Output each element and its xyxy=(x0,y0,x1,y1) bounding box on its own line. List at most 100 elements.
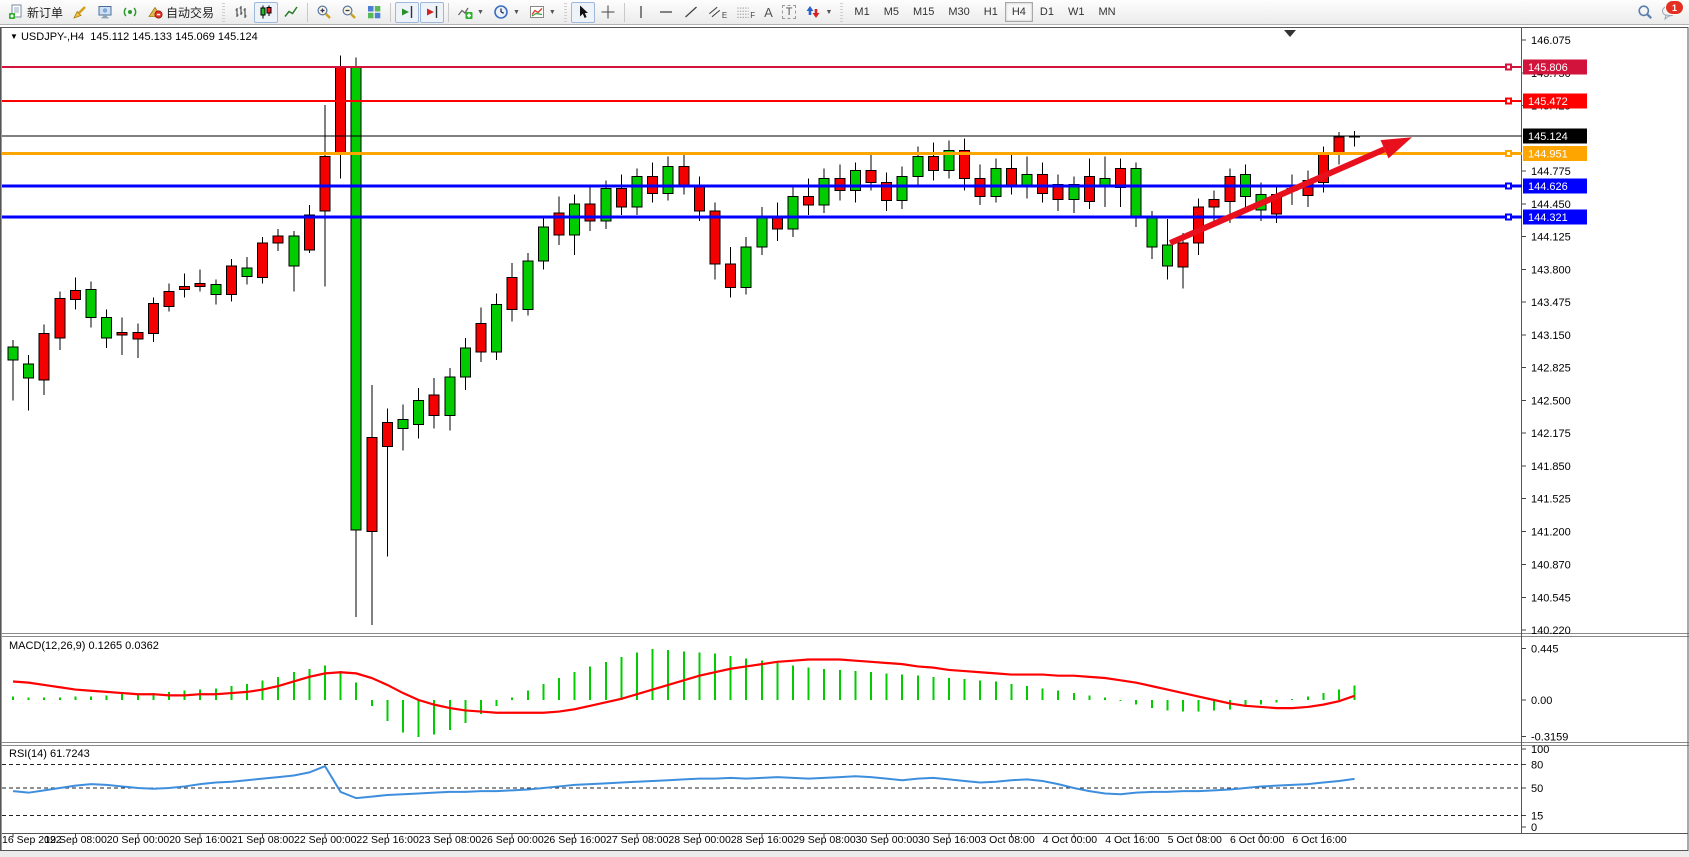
svg-text:145.806: 145.806 xyxy=(1528,62,1568,74)
chart-symbol-period: USDJPY-,H4 xyxy=(21,31,84,43)
x-axis-label: 30 Sep 16:00 xyxy=(918,834,980,846)
trendline-tool-button[interactable] xyxy=(679,2,703,23)
timeframe-M5[interactable]: M5 xyxy=(877,2,906,22)
x-axis-label: 4 Oct 16:00 xyxy=(1105,834,1159,846)
candlestick-chart-button[interactable] xyxy=(254,2,278,23)
text-tool-icon: A xyxy=(764,5,773,20)
timeframe-M15[interactable]: M15 xyxy=(906,2,941,22)
x-axis-label: 3 Oct 08:00 xyxy=(980,834,1034,846)
text-tool-button[interactable]: A xyxy=(760,2,777,23)
timeframe-M1[interactable]: M1 xyxy=(847,2,876,22)
x-axis-label: 26 Sep 16:00 xyxy=(544,834,606,846)
toolbar-separator xyxy=(448,3,449,22)
timeframe-MN[interactable]: MN xyxy=(1091,2,1122,22)
channel-e-label: E xyxy=(722,11,727,20)
chart-ohlc-values: 145.112 145.133 145.069 145.124 xyxy=(90,31,257,43)
line-chart-button[interactable] xyxy=(279,2,303,23)
x-axis-label: 27 Sep 08:00 xyxy=(606,834,668,846)
fibonacci-tool-button[interactable]: F xyxy=(732,2,759,23)
svg-text:142.825: 142.825 xyxy=(1531,363,1571,375)
x-axis-label: 30 Sep 00:00 xyxy=(856,834,918,846)
chart-shift-button[interactable] xyxy=(420,2,444,23)
timeframe-D1[interactable]: D1 xyxy=(1033,2,1061,22)
periods-dropdown-caret[interactable]: ▼ xyxy=(513,9,520,16)
svg-text:-0.3159: -0.3159 xyxy=(1531,732,1568,744)
autotrading-button[interactable]: 自动交易 xyxy=(143,2,218,23)
svg-text:143.150: 143.150 xyxy=(1531,330,1571,342)
channel-icon xyxy=(708,5,722,19)
timeframe-W1[interactable]: W1 xyxy=(1061,2,1092,22)
indicators-button[interactable]: ▼ xyxy=(453,2,488,23)
x-axis-label: 4 Oct 00:00 xyxy=(1043,834,1097,846)
svg-text:143.800: 143.800 xyxy=(1531,264,1571,276)
arrows-dropdown-caret[interactable]: ▼ xyxy=(825,9,832,16)
templates-dropdown-caret[interactable]: ▼ xyxy=(549,9,556,16)
x-axis-label: 21 Sep 08:00 xyxy=(232,834,294,846)
chat-button[interactable]: 1 xyxy=(1661,4,1677,20)
gold-arrow-button[interactable] xyxy=(68,2,92,23)
search-icon[interactable] xyxy=(1637,4,1653,20)
timeframe-M30[interactable]: M30 xyxy=(941,2,976,22)
toolbar-right-tools: 1 xyxy=(1637,4,1685,20)
autotrading-icon xyxy=(147,4,163,20)
time-axis[interactable]: 16 Sep 202219 Sep 08:0020 Sep 00:0020 Se… xyxy=(0,834,1689,850)
indicators-dropdown-caret[interactable]: ▼ xyxy=(477,9,484,16)
svg-text:15: 15 xyxy=(1531,810,1543,822)
vertical-line-icon xyxy=(633,4,649,20)
vertical-line-tool-button[interactable] xyxy=(629,2,653,23)
svg-text:100: 100 xyxy=(1531,744,1549,756)
toolbar-separator xyxy=(390,3,391,22)
tile-windows-button[interactable] xyxy=(362,2,386,23)
bar-chart-button[interactable] xyxy=(229,2,253,23)
window-bottom-edge xyxy=(0,851,1689,857)
monitor-button[interactable] xyxy=(93,2,117,23)
new-order-icon xyxy=(8,4,24,20)
new-order-button[interactable]: 新订单 xyxy=(4,2,67,23)
crosshair-tool-button[interactable] xyxy=(596,2,620,23)
x-axis-label: 26 Sep 00:00 xyxy=(481,834,543,846)
zoom-in-icon xyxy=(316,4,332,20)
tile-windows-icon xyxy=(366,4,382,20)
toolbar-grip xyxy=(222,3,225,22)
svg-text:143.475: 143.475 xyxy=(1531,297,1571,309)
templates-button[interactable]: ▼ xyxy=(525,2,560,23)
timeframe-H4[interactable]: H4 xyxy=(1005,2,1033,22)
timeframe-bar: M1M5M15M30H1H4D1W1MN xyxy=(847,2,1122,22)
equidistant-channel-tool-button[interactable]: E xyxy=(704,2,731,23)
cursor-tool-button[interactable] xyxy=(571,2,595,23)
zoom-out-icon xyxy=(341,4,357,20)
svg-text:144.321: 144.321 xyxy=(1528,212,1568,224)
horizontal-line-tool-button[interactable] xyxy=(654,2,678,23)
text-label-tool-button[interactable]: T xyxy=(778,2,801,23)
svg-text:145.472: 145.472 xyxy=(1528,96,1568,108)
auto-scroll-button[interactable] xyxy=(395,2,419,23)
timeframe-H1[interactable]: H1 xyxy=(977,2,1005,22)
svg-text:144.626: 144.626 xyxy=(1528,181,1568,193)
toolbar-grip xyxy=(564,3,567,22)
fibonacci-icon xyxy=(736,5,750,19)
zoom-in-button[interactable] xyxy=(312,2,336,23)
trendline-icon xyxy=(683,4,699,20)
templates-icon xyxy=(529,4,545,20)
x-axis-label: 20 Sep 00:00 xyxy=(107,834,169,846)
autotrading-label: 自动交易 xyxy=(166,4,214,21)
signals-button[interactable] xyxy=(118,2,142,23)
chart-shift-icon xyxy=(424,4,440,20)
x-axis-label: 5 Oct 08:00 xyxy=(1168,834,1222,846)
svg-text:140.220: 140.220 xyxy=(1531,625,1571,637)
arrows-tool-icon xyxy=(805,4,821,20)
svg-text:142.500: 142.500 xyxy=(1531,395,1571,407)
svg-text:145.124: 145.124 xyxy=(1528,131,1568,143)
svg-text:144.450: 144.450 xyxy=(1531,199,1571,211)
arrows-tool-button[interactable]: ▼ xyxy=(801,2,836,23)
symbol-dropdown-icon[interactable]: ▼ xyxy=(10,32,18,41)
fibo-f-label: F xyxy=(750,11,755,20)
zoom-out-button[interactable] xyxy=(337,2,361,23)
svg-text:142.175: 142.175 xyxy=(1531,428,1571,440)
toolbar-separator xyxy=(307,3,308,22)
macd-indicator-label: MACD(12,26,9) 0.1265 0.0362 xyxy=(9,640,159,652)
x-axis-label: 6 Oct 00:00 xyxy=(1230,834,1284,846)
periods-button[interactable]: ▼ xyxy=(489,2,524,23)
chart-canvas[interactable]: 146.075145.750145.425144.775144.450144.1… xyxy=(0,26,1689,857)
svg-text:144.951: 144.951 xyxy=(1528,148,1568,160)
